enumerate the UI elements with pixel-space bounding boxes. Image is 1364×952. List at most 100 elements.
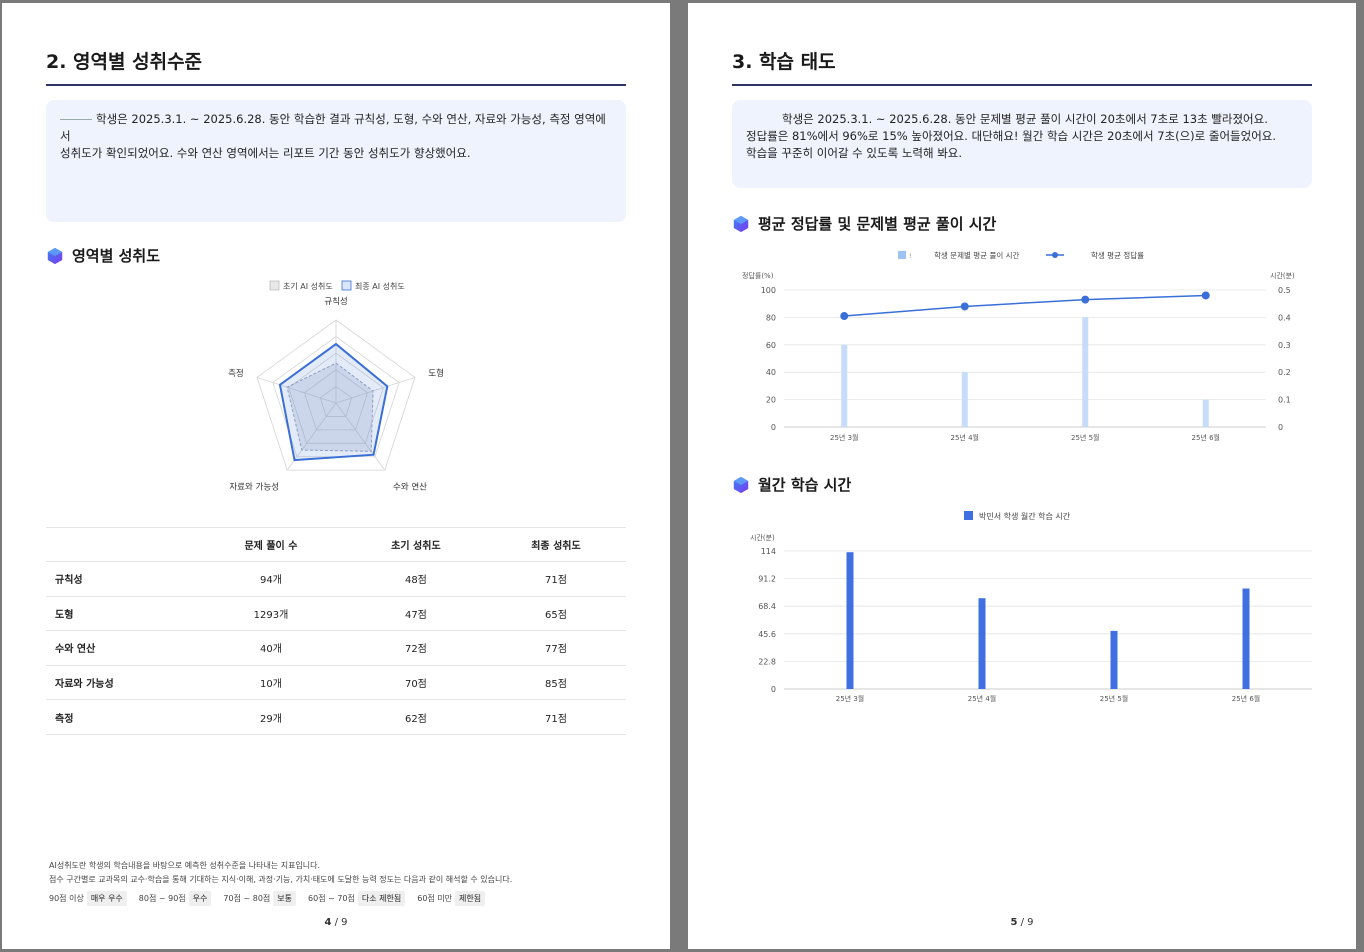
y-tick-right: 0.1 <box>1278 396 1291 405</box>
y-tick-right: 0.5 <box>1278 286 1291 295</box>
x-tick-label: 25년 3월 <box>830 433 858 442</box>
footnote-line: 점수 구간별로 교과목의 교수·학습을 통해 기대하는 지식·이해, 과정·기능… <box>49 875 513 884</box>
section-divider <box>732 84 1312 86</box>
table-row: 도형 1293개 47점 65점 <box>46 596 626 632</box>
table-cell: 29개 <box>196 699 346 735</box>
x-tick-label: 25년 4월 <box>951 433 979 442</box>
grade-range: 60점 ~ 70점 <box>308 894 355 903</box>
y-tick-right: 0.3 <box>1278 341 1291 350</box>
radar-chart: 초기 AI 성취도 최종 AI 성취도 규칙성도형수와 연산 자료와 가능성 측정 <box>228 280 444 492</box>
y-tick: 68.4 <box>758 602 776 611</box>
y-axis-label: 시간(분) <box>750 533 775 542</box>
table-cell: 70점 <box>345 665 486 701</box>
table-cell: 수와 연산 <box>46 630 196 666</box>
footnote-line: AI성취도란 학생의 학습내용을 바탕으로 예측한 성취수준을 나타내는 지표입… <box>49 861 321 870</box>
combo-x-labels: 25년 3월 25년 4월 25년 5월 25년 6월 <box>830 433 1220 442</box>
legend-swatch-final <box>341 280 352 291</box>
legend-marker <box>1052 252 1058 258</box>
legend-swatch-initial <box>269 280 280 291</box>
page-number: 4 / 9 <box>2 917 670 928</box>
student-name-redaction <box>60 119 92 120</box>
y-tick: 0 <box>771 685 776 694</box>
bar-solve-time <box>1202 399 1209 427</box>
table-cell: 48점 <box>345 561 486 597</box>
combo-line <box>840 291 1210 321</box>
line-point-accuracy <box>1081 295 1090 304</box>
x-tick-label: 25년 6월 <box>1192 433 1220 442</box>
y-axis-label-right: 시간(분) <box>1270 271 1295 280</box>
monthly-study-chart: 박민서 학생 월간 학습 시간 시간(분) 0 22.8 45.6 68.4 91.2 1… <box>750 511 1312 703</box>
hexagon-icon <box>47 247 63 264</box>
page-total: / 9 <box>331 917 348 928</box>
y-tick-left: 80 <box>766 313 776 322</box>
y-tick: 45.6 <box>758 630 776 639</box>
table-cell: 72점 <box>345 630 486 666</box>
radar-axis-label: 측정 <box>228 368 244 379</box>
monthly-bars <box>846 552 1250 689</box>
radar-series <box>278 342 389 462</box>
bar-solve-time <box>961 372 968 427</box>
line-accuracy <box>844 294 1206 317</box>
y-tick-left: 20 <box>766 396 776 405</box>
table-row: 자료와 가능성 10개 70점 85점 <box>46 665 626 701</box>
grade-badge: 제한됨 <box>455 891 486 906</box>
x-tick-label: 25년 5월 <box>1071 433 1099 442</box>
table-cell: 규칙성 <box>46 561 196 597</box>
monthly-grid: 0 22.8 45.6 68.4 91.2 114 <box>758 547 1312 694</box>
table-header: 문제 풀이 수 <box>196 527 346 562</box>
legend-swatch-bar <box>898 251 906 259</box>
chart1-section-title: 평균 정답률 및 문제별 평균 풀이 시간 <box>732 213 996 234</box>
table-row: 수와 연산 40개 72점 77점 <box>46 630 626 666</box>
summary-line: 성취도가 확인되었어요. 수와 연산 영역에서는 리포트 기간 동안 성취도가 … <box>60 146 471 160</box>
table-cell: 62점 <box>345 699 486 735</box>
grade-legend: 90점 이상 매우 우수 80점 ~ 90점 우수 70점 ~ 80점 보통 6… <box>49 891 497 906</box>
y-tick-right: 0.4 <box>1278 313 1291 322</box>
table-header-row: 문제 풀이 수 초기 성취도 최종 성취도 <box>46 527 626 562</box>
table-header: 최종 성취도 <box>485 527 626 562</box>
table-cell: 도형 <box>46 596 196 632</box>
legend-swatch-monthly <box>964 511 973 520</box>
summary-box: 학생은 2025.3.1. ~ 2025.6.28. 동안 학습한 결과 규칙성… <box>46 100 626 222</box>
y-tick-left: 40 <box>766 368 776 377</box>
chart2-title-text: 월간 학습 시간 <box>758 476 852 494</box>
x-tick-label: 25년 5월 <box>1100 694 1128 703</box>
table-cell: 71점 <box>485 699 626 735</box>
legend-label-initial: 초기 AI 성취도 <box>283 282 333 291</box>
radar-title-text: 영역별 성취도 <box>72 247 161 265</box>
report-page-5: 3. 학습 태도 학생은 2025.3.1. ~ 2025.6.28. 동안 문… <box>688 3 1356 949</box>
line-point-accuracy <box>960 302 969 311</box>
legend-label-bar: 학생 문제별 평균 풀이 시간 <box>934 250 1020 260</box>
radar-section-title: 영역별 성취도 <box>46 245 160 266</box>
grade-range: 80점 ~ 90점 <box>138 894 186 903</box>
section-divider <box>46 84 626 86</box>
radar-axis-label: 도형 <box>428 369 444 379</box>
chart2-section-title: 월간 학습 시간 <box>732 474 851 495</box>
radar-legend: 초기 AI 성취도 최종 AI 성취도 <box>269 280 405 291</box>
table-cell: 47점 <box>345 596 486 632</box>
hexagon-icon <box>733 215 749 232</box>
y-axis-label-left: 정답률(%) <box>742 271 774 280</box>
x-tick-label: 25년 4월 <box>968 694 996 703</box>
bar-monthly-time <box>1242 588 1250 689</box>
table-header <box>46 527 196 562</box>
y-tick: 22.8 <box>758 657 776 666</box>
section-title: 2. 영역별 성취수준 <box>46 51 203 73</box>
table-cell: 94개 <box>196 561 346 597</box>
legend-tick: ! <box>909 253 911 260</box>
x-tick-label: 25년 6월 <box>1232 694 1260 703</box>
summary-box: 학생은 2025.3.1. ~ 2025.6.28. 동안 문제별 평균 풀이 … <box>732 100 1312 188</box>
page-number: 5 / 9 <box>688 917 1356 928</box>
monthly-legend: 박민서 학생 월간 학습 시간 <box>964 511 1071 521</box>
grade-badge: 매우 우수 <box>86 891 127 906</box>
bar-monthly-time <box>1110 630 1118 689</box>
table-header: 초기 성취도 <box>345 527 486 562</box>
page-total: / 9 <box>1017 917 1034 928</box>
hexagon-icon <box>733 476 749 493</box>
chart1-title-text: 평균 정답률 및 문제별 평균 풀이 시간 <box>758 215 997 233</box>
y-tick: 114 <box>761 547 776 556</box>
grade-range: 70점 ~ 80점 <box>223 894 271 903</box>
table-row: 규칙성 94개 48점 71점 <box>46 561 626 597</box>
accuracy-time-chart: ! 학생 문제별 평균 풀이 시간 학생 평균 정답률 정답률(%) 시간(분)… <box>742 250 1295 442</box>
grade-badge: 우수 <box>188 891 212 906</box>
summary-line: 학생은 2025.3.1. ~ 2025.6.28. 동안 학습한 결과 규칙성… <box>60 111 612 145</box>
